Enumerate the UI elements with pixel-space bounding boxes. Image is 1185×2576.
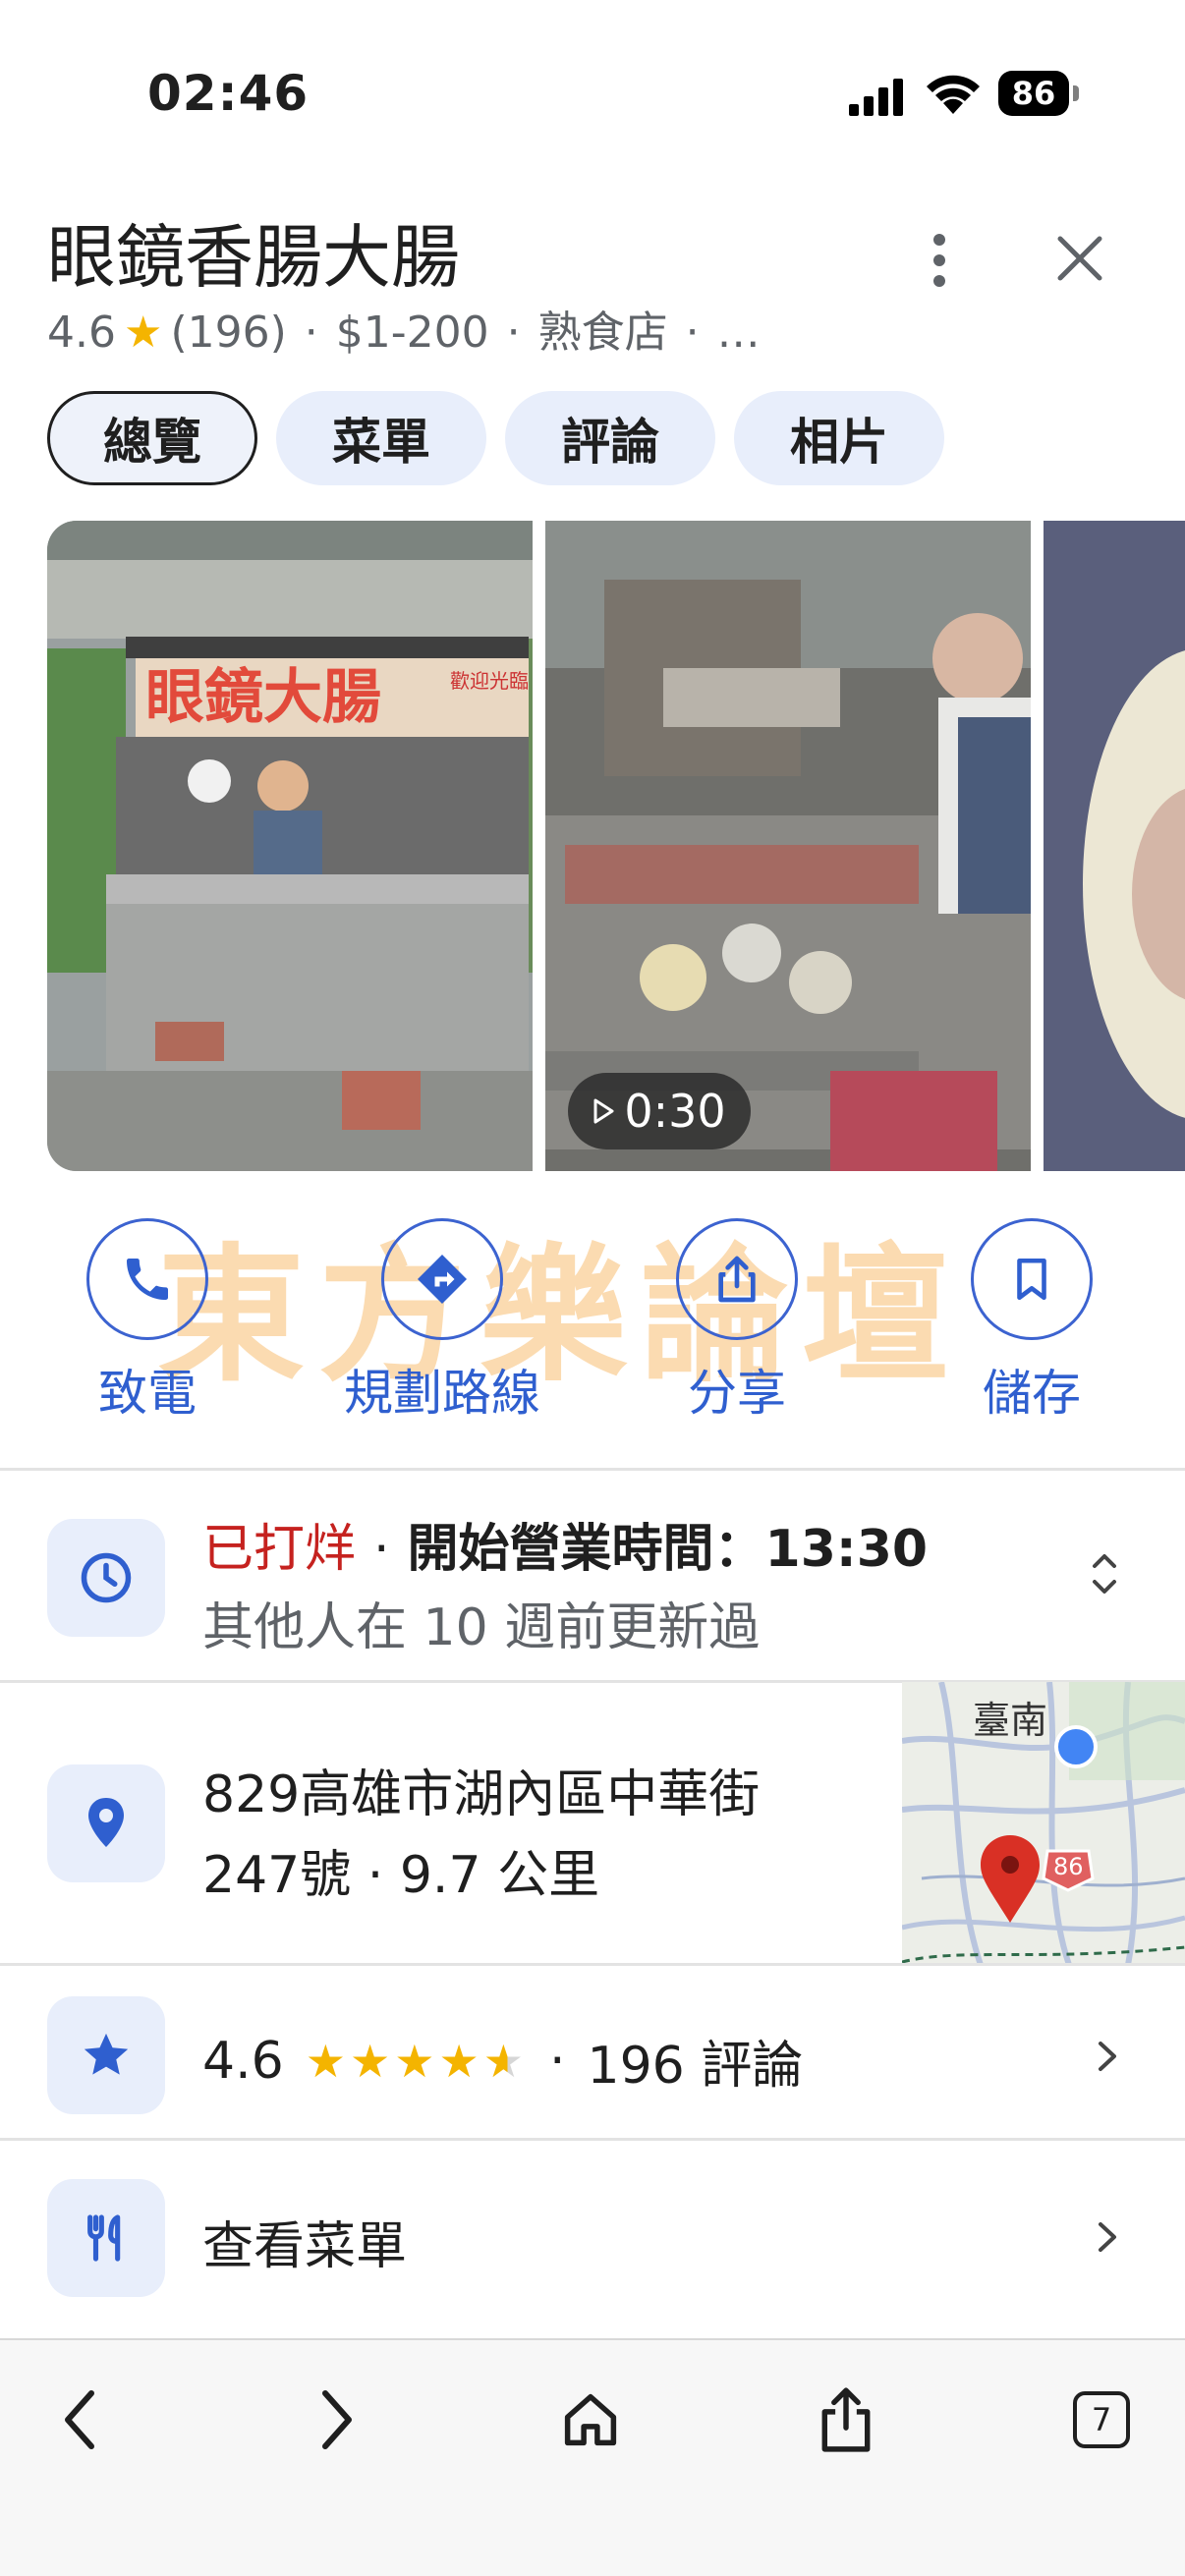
tab-overview[interactable]: 總覽 [47, 391, 257, 485]
bookmark-icon [1017, 1258, 1046, 1301]
place-meta: 4.6 ★ (196) · $1-200 · 熟食店 ·… [47, 308, 761, 358]
video-duration: 0:30 [624, 1085, 726, 1138]
star-icon: ★ [123, 308, 163, 358]
hours-updated: 其他人在 10 週前更新過 [202, 1598, 761, 1657]
directions-button[interactable]: 規劃路線 [324, 1218, 560, 1434]
phone-icon [127, 1259, 168, 1300]
rating-value: 4.6 [202, 2031, 284, 2091]
divider [0, 1468, 1185, 1471]
opening-time: 開始營業時間：13:30 [407, 1520, 929, 1579]
divider [0, 1963, 1185, 1966]
divider [0, 2138, 1185, 2141]
hours-status[interactable]: 已打烊 · 開始營業時間：13:30 [202, 1507, 928, 1581]
tabs-count: 7 [1092, 2401, 1111, 2438]
call-label: 致電 [98, 1365, 197, 1422]
chevron-right-icon [322, 2390, 352, 2449]
tab-reviews[interactable]: 評論 [505, 391, 715, 485]
closed-status: 已打烊 [202, 1520, 357, 1579]
chevron-left-icon [65, 2390, 94, 2449]
map-city-label: 臺南 [973, 1699, 1047, 1742]
sign-subtext: 歡迎光臨 [450, 669, 529, 693]
share-label: 分享 [688, 1365, 786, 1422]
close-button[interactable] [1045, 224, 1114, 293]
share-page-button[interactable] [802, 2376, 890, 2464]
star-icon [47, 1996, 165, 2114]
save-button[interactable]: 儲存 [914, 1218, 1150, 1434]
star-rating: ★ ★ ★ ★ ★ [305, 2034, 524, 2088]
address-line-1[interactable]: 829高雄市湖內區中華街 [202, 1753, 760, 1826]
back-button[interactable] [37, 2376, 126, 2464]
share-icon [821, 2387, 871, 2452]
share-button[interactable]: 分享 [619, 1218, 855, 1434]
price-range: $1-200 [335, 308, 489, 358]
rating-value: 4.6 [47, 308, 116, 358]
tab-menu[interactable]: 菜單 [276, 391, 486, 485]
tab-photos[interactable]: 相片 [734, 391, 944, 485]
address-line-2[interactable]: 247號 · 9.7 公里 [202, 1833, 599, 1907]
status-time: 02:46 [147, 65, 310, 122]
meta-overflow: … [716, 308, 761, 358]
rating-row[interactable]: 4.6 ★ ★ ★ ★ ★ · 196 評論 [202, 2024, 803, 2098]
location-pin-icon [47, 1764, 165, 1882]
directions-label: 規劃路線 [344, 1365, 540, 1422]
photo-dish[interactable] [1044, 521, 1185, 1171]
call-button[interactable]: 致電 [29, 1218, 265, 1434]
review-count[interactable]: (196) [170, 308, 286, 358]
share-icon [718, 1256, 756, 1303]
play-icon [593, 1098, 614, 1124]
photo-food-stall[interactable]: 眼鏡大腸 歡迎光臨 [47, 521, 533, 1171]
place-title: 眼鏡香腸大腸 [47, 217, 460, 298]
map-route-label: 86 [1053, 1853, 1084, 1880]
cutlery-icon [47, 2179, 165, 2297]
chevron-right-icon[interactable] [1091, 2032, 1126, 2081]
chevron-right-icon[interactable] [1091, 2212, 1126, 2262]
place-category: 熟食店 [537, 308, 668, 358]
wifi-icon [924, 71, 983, 116]
clock-icon [47, 1519, 165, 1637]
view-menu-link[interactable]: 查看菜單 [202, 2205, 407, 2278]
browser-toolbar: 7 [0, 2338, 1185, 2576]
directions-icon [418, 1255, 467, 1304]
more-options-button[interactable] [910, 226, 969, 295]
save-label: 儲存 [983, 1365, 1081, 1422]
home-button[interactable] [546, 2376, 635, 2464]
tabs-icon: 7 [1073, 2391, 1130, 2448]
battery-icon: 86 [998, 71, 1079, 116]
forward-button[interactable] [291, 2376, 379, 2464]
cellular-signal-icon [849, 77, 906, 116]
map-thumbnail[interactable]: 臺南 86 [902, 1682, 1185, 1965]
home-icon [564, 2393, 617, 2446]
video-duration-badge: 0:30 [568, 1073, 751, 1149]
sign-text: 眼鏡大腸 [145, 663, 381, 732]
battery-level: 86 [998, 71, 1069, 116]
expand-icon[interactable] [1085, 1544, 1124, 1603]
review-total: 196 評論 [587, 2037, 804, 2096]
tabs-button[interactable]: 7 [1057, 2376, 1146, 2464]
